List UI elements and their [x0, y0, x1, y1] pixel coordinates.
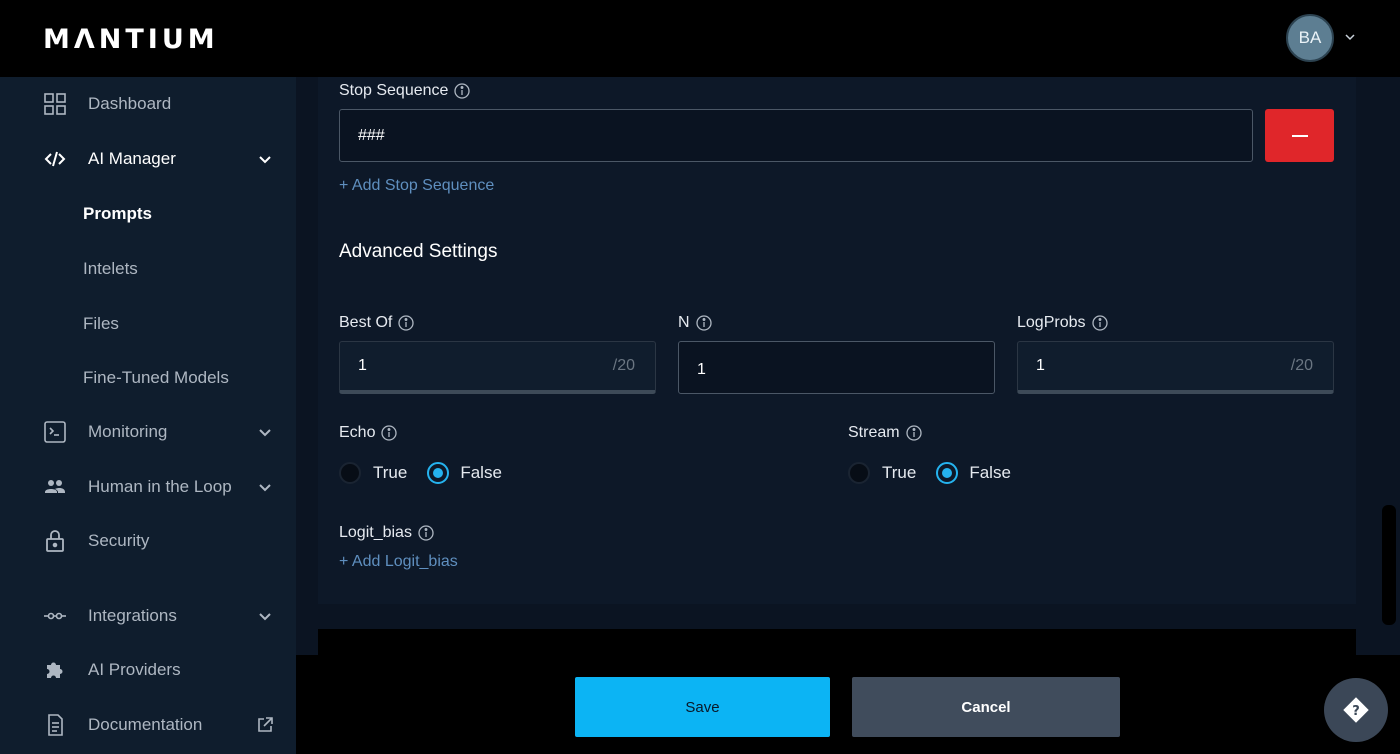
- best-of-label: Best Of: [339, 314, 415, 332]
- n-value: 1: [697, 360, 706, 378]
- add-stop-sequence-link[interactable]: + Add Stop Sequence: [339, 177, 494, 195]
- echo-false-radio[interactable]: [427, 462, 450, 484]
- logit-bias-label-text: Logit_bias: [339, 524, 412, 541]
- sidebar-item-label: Security: [88, 531, 150, 550]
- info-icon[interactable]: [418, 525, 434, 541]
- external-link-icon[interactable]: [256, 716, 274, 734]
- info-icon[interactable]: [398, 315, 415, 331]
- sidebar-item-label: Integrations: [88, 606, 177, 625]
- chevron-down-icon[interactable]: [257, 480, 273, 496]
- best-of-value: 1: [358, 357, 367, 374]
- footer-bar: [296, 655, 1400, 754]
- stream-false-radio[interactable]: [936, 462, 959, 484]
- logprobs-suffix: /20: [1290, 357, 1313, 374]
- save-button[interactable]: Save: [575, 677, 830, 737]
- stream-false-label[interactable]: False: [969, 463, 1011, 483]
- info-icon[interactable]: [381, 425, 398, 441]
- sidebar-item-dashboard[interactable]: Dashboard: [0, 84, 296, 124]
- integrations-icon: [43, 604, 67, 628]
- sidebar-subitem-files[interactable]: Files: [83, 314, 119, 334]
- logit-bias-label: Logit_bias: [339, 524, 434, 542]
- add-logit-bias-link[interactable]: + Add Logit_bias: [339, 553, 458, 571]
- sidebar-item-integrations[interactable]: Integrations: [0, 596, 296, 636]
- stream-label: Stream: [848, 424, 922, 442]
- stop-sequence-label: Stop Sequence: [339, 82, 471, 100]
- echo-true-label[interactable]: True: [373, 463, 407, 483]
- n-input[interactable]: 1: [678, 341, 995, 394]
- info-icon[interactable]: [1091, 315, 1108, 331]
- advanced-settings-title: Advanced Settings: [339, 241, 498, 262]
- stream-label-text: Stream: [848, 424, 900, 441]
- chevron-down-icon[interactable]: [257, 609, 273, 625]
- sidebar-item-human-in-the-loop[interactable]: Human in the Loop: [0, 467, 296, 507]
- sidebar-item-label: Monitoring: [88, 422, 168, 441]
- sidebar-item-label: Human in the Loop: [88, 477, 232, 496]
- minus-icon: [1291, 134, 1308, 137]
- chevron-down-icon[interactable]: [1344, 31, 1356, 43]
- echo-label-text: Echo: [339, 424, 376, 441]
- help-button[interactable]: ?: [1324, 678, 1388, 742]
- sidebar-item-security[interactable]: Security: [0, 521, 296, 561]
- sidebar-item-label: AI Providers: [88, 660, 181, 679]
- sidebar-item-documentation[interactable]: Documentation: [0, 705, 296, 745]
- logprobs-value: 1: [1036, 357, 1045, 374]
- sidebar-item-label: AI Manager: [88, 149, 176, 168]
- stop-sequence-value: ###: [358, 126, 385, 144]
- remove-stop-sequence-button[interactable]: [1265, 109, 1334, 162]
- echo-label: Echo: [339, 424, 398, 442]
- best-of-suffix: /20: [612, 357, 635, 374]
- echo-true-radio[interactable]: [339, 462, 361, 484]
- echo-false-label[interactable]: False: [460, 463, 502, 483]
- top-bar: MΛNTIUM BA: [0, 0, 1400, 77]
- help-icon: ?: [1343, 697, 1369, 723]
- best-of-input[interactable]: 1 /20: [339, 341, 656, 394]
- svg-text:?: ?: [1352, 704, 1360, 719]
- people-icon: [43, 475, 67, 499]
- lock-icon: [43, 529, 67, 553]
- sidebar-item-ai-providers[interactable]: AI Providers: [0, 650, 296, 690]
- user-avatar[interactable]: BA: [1286, 14, 1334, 62]
- logprobs-label-text: LogProbs: [1017, 314, 1086, 331]
- sidebar-item-monitoring[interactable]: Monitoring: [0, 412, 296, 452]
- stop-sequence-label-text: Stop Sequence: [339, 82, 449, 99]
- sidebar-item-ai-manager[interactable]: AI Manager: [0, 139, 296, 179]
- n-label-text: N: [678, 314, 690, 331]
- n-label: N: [678, 314, 712, 332]
- stop-sequence-input[interactable]: ###: [339, 109, 1253, 162]
- info-icon[interactable]: [905, 425, 922, 441]
- sidebar-item-label: Dashboard: [88, 94, 172, 113]
- stream-true-radio[interactable]: [848, 462, 870, 484]
- document-icon: [43, 713, 67, 737]
- stream-true-label[interactable]: True: [882, 463, 916, 483]
- logprobs-label: LogProbs: [1017, 314, 1108, 332]
- sidebar-subitem-prompts[interactable]: Prompts: [83, 204, 152, 224]
- puzzle-icon: [43, 658, 67, 682]
- chevron-down-icon[interactable]: [257, 425, 273, 441]
- info-icon[interactable]: [695, 315, 712, 331]
- grid-icon: [43, 92, 67, 116]
- terminal-icon: [43, 420, 67, 444]
- app-logo[interactable]: MΛNTIUM: [43, 24, 219, 55]
- cancel-button[interactable]: Cancel: [852, 677, 1120, 737]
- code-icon: [43, 147, 67, 171]
- stream-radio-group: True False: [848, 462, 1011, 484]
- sidebar-subitem-fine-tuned-models[interactable]: Fine-Tuned Models: [83, 368, 229, 388]
- sidebar-item-label: Documentation: [88, 715, 203, 734]
- sidebar-subitem-intelets[interactable]: Intelets: [83, 259, 138, 279]
- chevron-down-icon[interactable]: [257, 152, 273, 168]
- logprobs-input[interactable]: 1 /20: [1017, 341, 1334, 394]
- scrollbar[interactable]: [1382, 505, 1396, 625]
- echo-radio-group: True False: [339, 462, 502, 484]
- info-icon[interactable]: [454, 83, 471, 99]
- best-of-label-text: Best Of: [339, 314, 393, 331]
